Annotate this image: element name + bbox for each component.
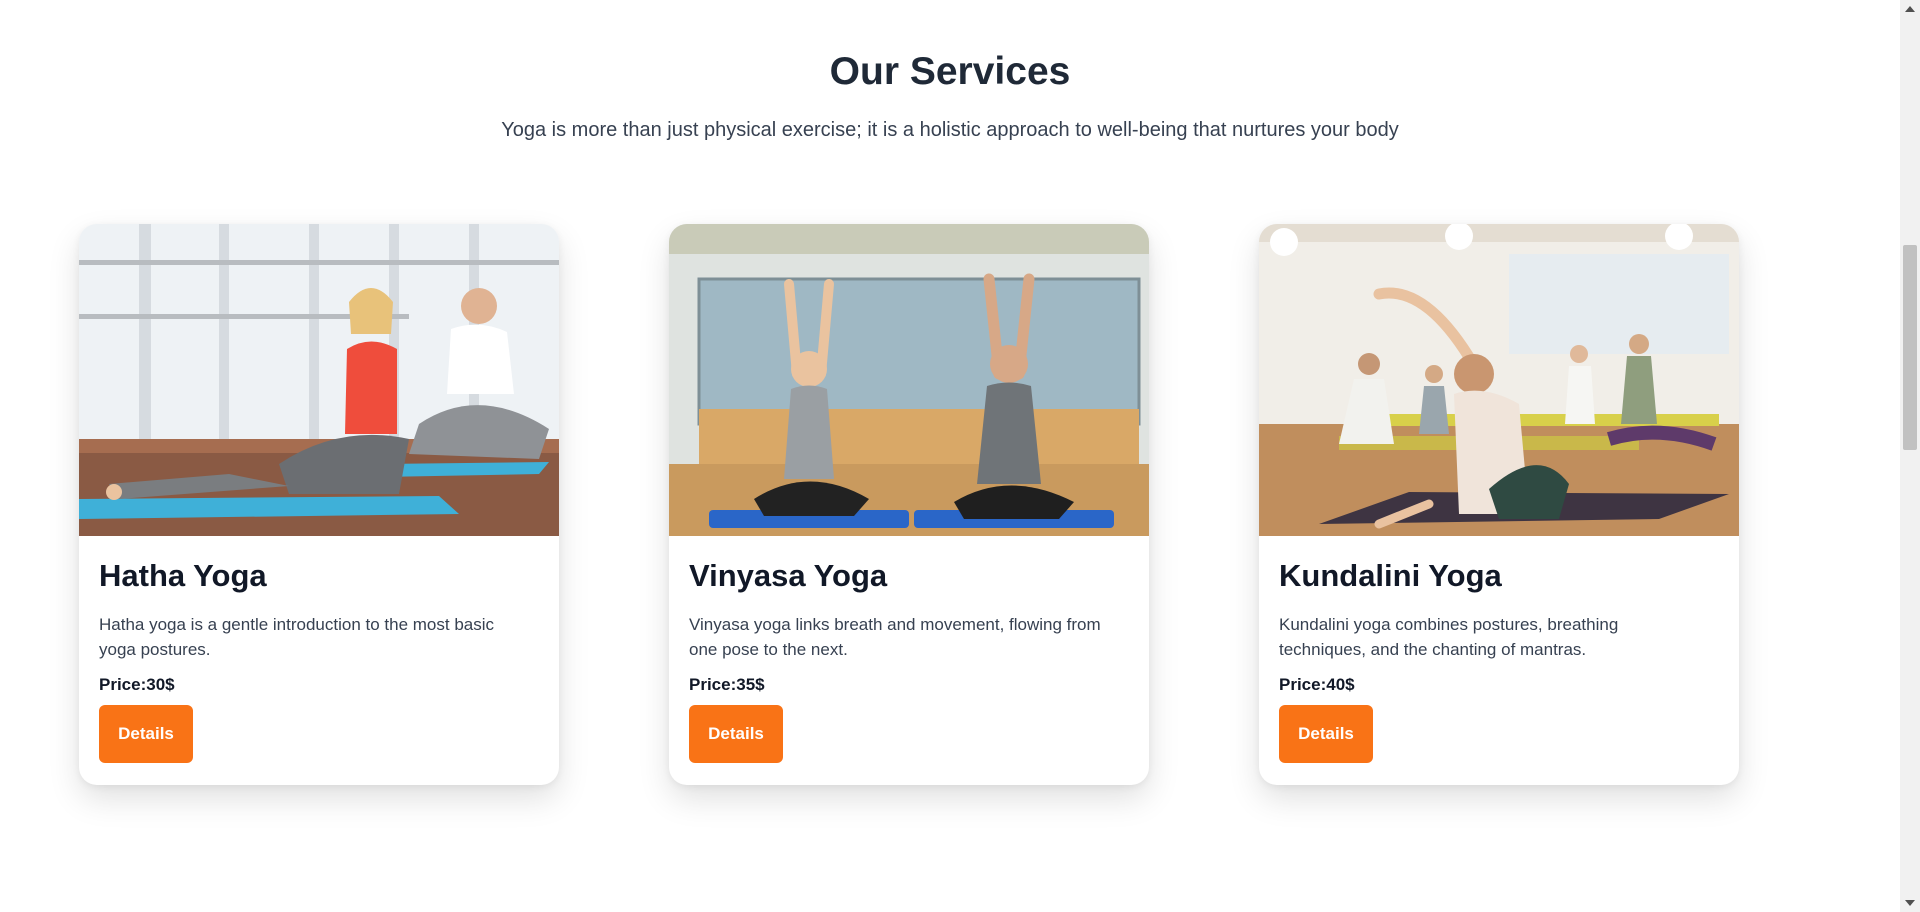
card-body: Hatha Yoga Hatha yoga is a gentle introd… xyxy=(79,536,559,783)
card-title: Kundalini Yoga xyxy=(1279,558,1502,593)
card-body: Kundalini Yoga Kundalini yoga combines p… xyxy=(1259,536,1739,783)
services-section: Our Services Yoga is more than just phys… xyxy=(0,0,1900,912)
card-price: Price:35$ xyxy=(689,675,765,694)
card-price: Price:30$ xyxy=(99,675,175,694)
scroll-thumb[interactable] xyxy=(1903,245,1917,450)
details-button-vinyasa[interactable]: Details xyxy=(689,705,783,763)
card-title: Vinyasa Yoga xyxy=(689,558,888,593)
section-title: Our Services xyxy=(829,50,1071,93)
service-card-vinyasa: Vinyasa Yoga Vinyasa yoga links breath a… xyxy=(669,224,1149,785)
card-description: Vinyasa yoga links breath and movement, … xyxy=(689,615,1101,659)
hatha-yoga-image xyxy=(79,224,559,536)
vertical-scrollbar[interactable] xyxy=(1900,0,1920,912)
kundalini-yoga-image xyxy=(1259,224,1739,536)
vinyasa-yoga-image xyxy=(669,224,1149,536)
service-card-hatha: Hatha Yoga Hatha yoga is a gentle introd… xyxy=(79,224,559,785)
card-description: Hatha yoga is a gentle introduction to t… xyxy=(99,615,495,659)
page: Our Services Yoga is more than just phys… xyxy=(0,0,1920,912)
details-button-kundalini[interactable]: Details xyxy=(1279,705,1373,763)
details-button-hatha[interactable]: Details xyxy=(99,705,193,763)
section-subtitle: Yoga is more than just physical exercise… xyxy=(501,119,1399,141)
card-description: Kundalini yoga combines postures, breath… xyxy=(1279,615,1619,659)
card-body: Vinyasa Yoga Vinyasa yoga links breath a… xyxy=(669,536,1149,783)
scroll-up-arrow-icon[interactable] xyxy=(1905,6,1915,12)
service-card-kundalini: Kundalini Yoga Kundalini yoga combines p… xyxy=(1259,224,1739,785)
scroll-down-arrow-icon[interactable] xyxy=(1905,900,1915,906)
card-title: Hatha Yoga xyxy=(99,558,267,593)
card-price: Price:40$ xyxy=(1279,675,1355,694)
